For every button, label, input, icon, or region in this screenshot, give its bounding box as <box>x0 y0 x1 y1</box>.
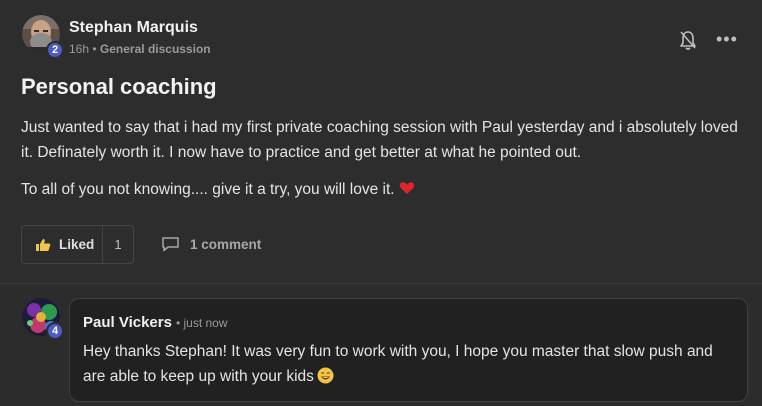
comment-text-block: Hey thanks Stephan! It was very fun to w… <box>83 339 733 389</box>
commenter-level-badge: 4 <box>46 322 64 340</box>
post-paragraph-1: Just wanted to say that i had my first p… <box>21 119 738 161</box>
grinning-sweat-emoji-icon <box>317 367 334 384</box>
like-count[interactable]: 1 <box>102 237 134 252</box>
comment-text: Hey thanks Stephan! It was very fun to w… <box>83 343 713 385</box>
commenter-avatar[interactable]: 4 <box>22 298 64 340</box>
post-title: Personal coaching <box>21 74 217 99</box>
author-name[interactable]: Stephan Marquis <box>69 19 198 37</box>
post-body: Just wanted to say that i had my first p… <box>21 115 741 214</box>
comment-time: • just now <box>175 316 228 330</box>
comment-author[interactable]: Paul Vickers <box>83 314 172 331</box>
author-level-badge: 2 <box>46 41 64 59</box>
heart-emoji-icon <box>399 182 414 194</box>
post-time: 16h <box>69 42 90 56</box>
post-category[interactable]: General discussion <box>100 42 211 56</box>
post-card: 2 Stephan Marquis 16h • General discussi… <box>0 0 762 283</box>
like-button[interactable]: Liked <box>59 237 94 252</box>
thumbs-up-icon[interactable] <box>35 238 51 252</box>
post-meta: 16h • General discussion <box>69 42 211 56</box>
post-paragraph-2: To all of you not knowing.... give it a … <box>21 177 741 202</box>
like-button-group: Liked 1 <box>21 225 134 264</box>
meta-separator: • <box>92 42 97 56</box>
post-comment-divider <box>0 283 762 284</box>
comments-count-label: 1 comment <box>190 236 262 252</box>
comment-author-line: Paul Vickers • just now <box>83 314 228 331</box>
author-avatar[interactable]: 2 <box>22 15 64 59</box>
comments-link[interactable]: 1 comment <box>161 236 261 252</box>
comment-bubble: Paul Vickers • just now Hey thanks Stepha… <box>69 298 748 402</box>
post-paragraph-2-text: To all of you not knowing.... give it a … <box>21 181 395 198</box>
comment-bubble-icon <box>162 237 179 252</box>
more-options-icon[interactable]: ••• <box>716 28 742 50</box>
bell-icon[interactable] <box>678 29 698 51</box>
